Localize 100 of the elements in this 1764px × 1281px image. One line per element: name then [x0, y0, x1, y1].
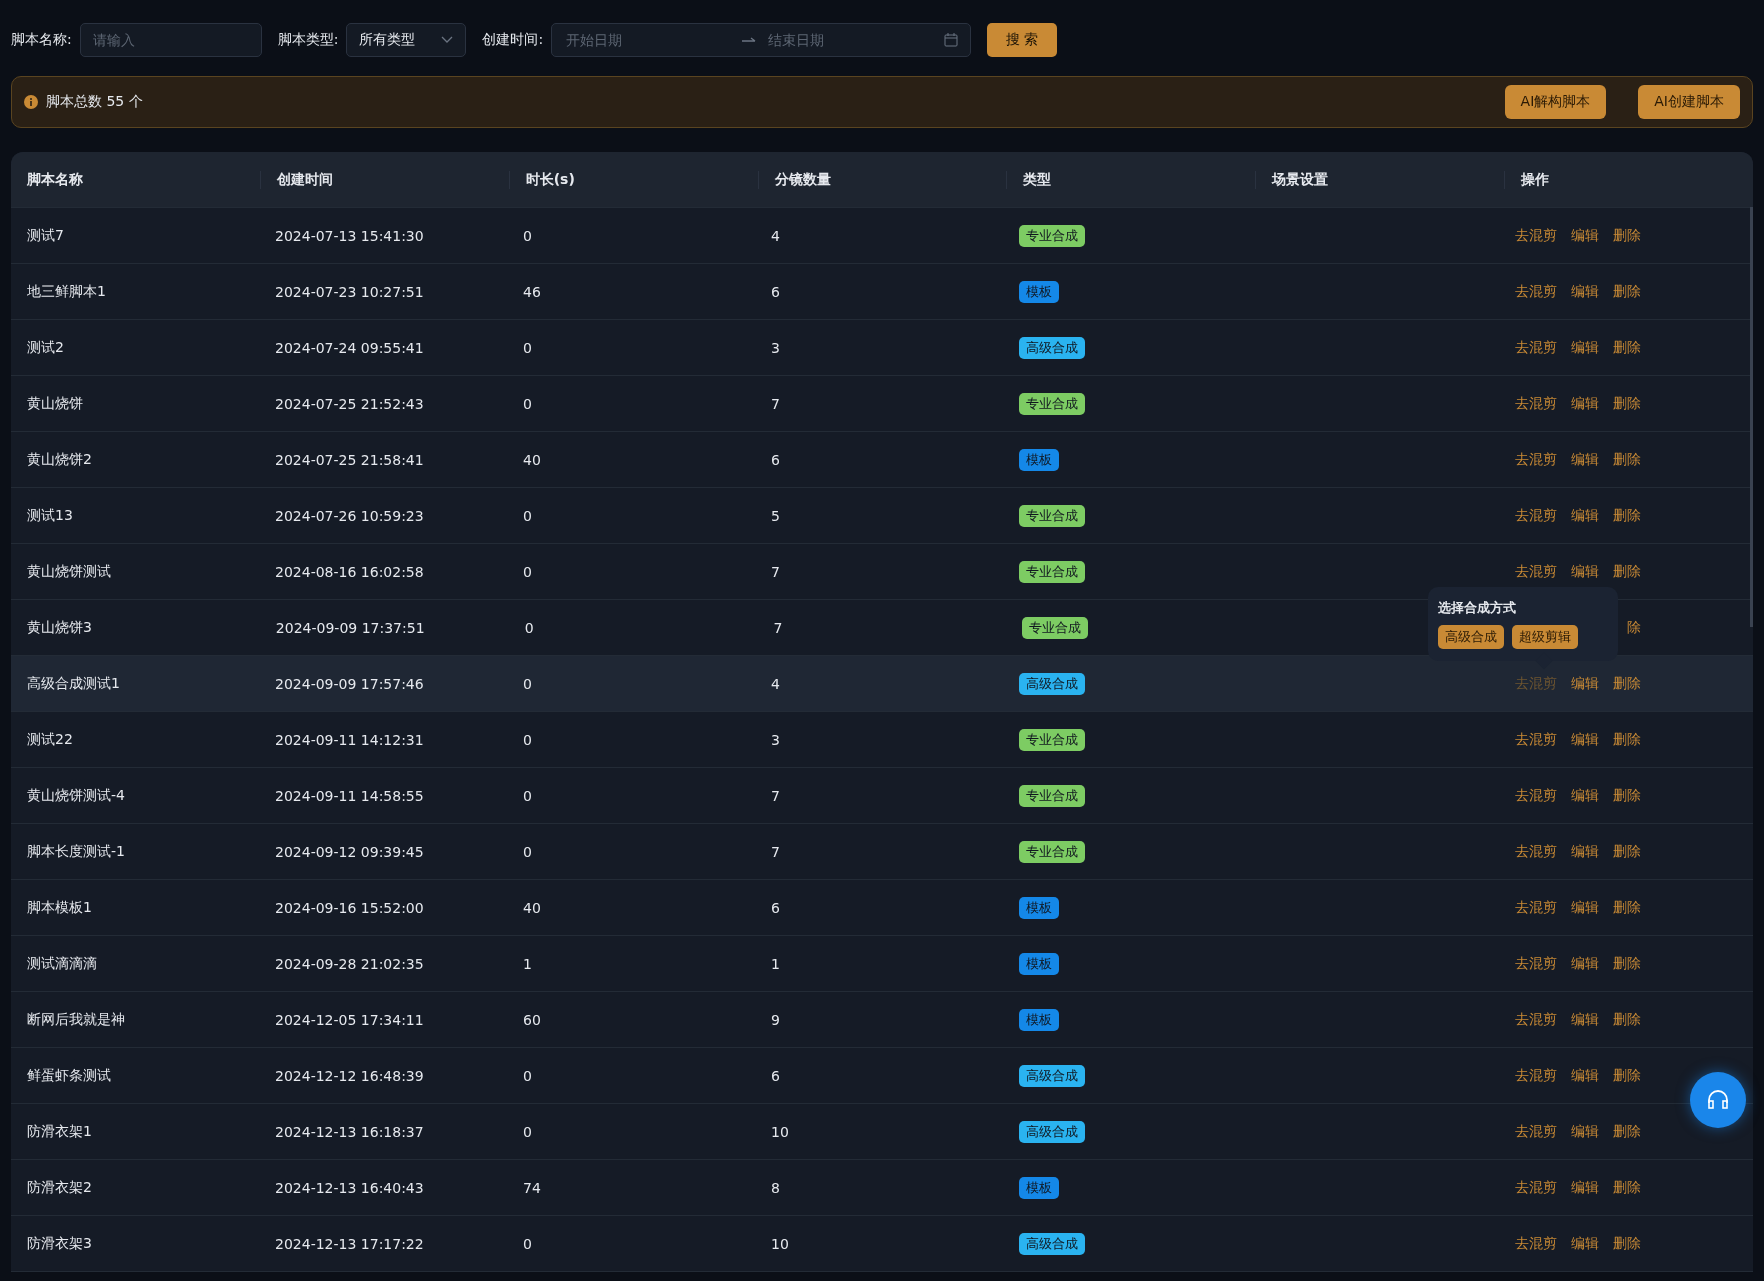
action-link[interactable]: 删除: [1613, 730, 1641, 749]
action-link[interactable]: 去混剪: [1515, 450, 1557, 469]
action-link[interactable]: 删除: [1613, 898, 1641, 917]
created-time-cell: 2024-09-11 14:58:55: [275, 787, 424, 804]
duration-cell: 0: [524, 619, 534, 636]
action-link[interactable]: 编辑: [1571, 1234, 1599, 1253]
action-link[interactable]: 编辑: [1571, 954, 1599, 973]
action-link[interactable]: 编辑: [1571, 226, 1599, 245]
action-link[interactable]: 编辑: [1571, 674, 1599, 693]
column-header: 时长(s): [525, 170, 575, 187]
action-link[interactable]: 去混剪: [1515, 842, 1557, 861]
action-link[interactable]: 去混剪: [1515, 394, 1557, 413]
type-tag: 专业合成: [1019, 224, 1085, 247]
created-time-cell: 2024-07-25 21:52:43: [275, 395, 424, 412]
action-link[interactable]: 编辑: [1571, 842, 1599, 861]
type-tag: 专业合成: [1022, 616, 1089, 639]
action-link[interactable]: 删除: [1613, 450, 1641, 469]
action-link[interactable]: 删除: [1613, 842, 1641, 861]
action-link[interactable]: 去混剪: [1515, 226, 1557, 245]
action-link[interactable]: 删除: [1613, 1066, 1641, 1085]
action-link[interactable]: 去混剪: [1515, 562, 1557, 581]
action-link[interactable]: 去混剪: [1515, 1066, 1557, 1085]
duration-cell: 0: [523, 339, 532, 356]
start-date-input[interactable]: 开始日期: [564, 31, 733, 49]
action-link[interactable]: 删除: [1613, 226, 1641, 245]
created-time-cell: 2024-09-16 15:52:00: [275, 899, 424, 916]
action-link[interactable]: 编辑: [1571, 1122, 1599, 1141]
action-link[interactable]: 删除: [1613, 338, 1641, 357]
shot-count-cell: 7: [771, 787, 780, 804]
duration-cell: 1: [523, 955, 532, 972]
action-link[interactable]: 去混剪: [1515, 506, 1557, 525]
type-tag: 高级合成: [1019, 336, 1085, 359]
action-link[interactable]: 编辑: [1571, 898, 1599, 917]
action-link[interactable]: 删除: [1613, 1234, 1641, 1253]
action-link[interactable]: 编辑: [1571, 786, 1599, 805]
filter-label: 创建时间:: [482, 31, 544, 49]
type-tag: 专业合成: [1019, 392, 1085, 415]
created-time-cell: 2024-09-12 09:39:45: [275, 843, 424, 860]
script-name-cell: 黄山烧饼测试-4: [27, 786, 125, 803]
duration-cell: 40: [523, 899, 541, 916]
action-link[interactable]: 删除: [1613, 786, 1641, 805]
duration-cell: 46: [523, 283, 541, 300]
shot-count-cell: 4: [771, 675, 780, 692]
created-time-cell: 2024-07-23 10:27:51: [275, 283, 424, 300]
shot-count-cell: 6: [771, 899, 780, 916]
created-time-cell: 2024-12-13 16:18:37: [275, 1123, 424, 1140]
action-link[interactable]: 编辑: [1571, 1178, 1599, 1197]
action-link[interactable]: 编辑: [1571, 730, 1599, 749]
action-link[interactable]: 去混剪: [1515, 1178, 1557, 1197]
name-input-field[interactable]: 请输入: [79, 23, 262, 57]
action-link[interactable]: 去混剪: [1515, 954, 1557, 973]
action-link[interactable]: 编辑: [1571, 450, 1599, 469]
synthesis-option-button[interactable]: 超级剪辑: [1512, 624, 1579, 649]
scrollbar-thumb[interactable]: [1750, 207, 1753, 627]
type-tag: 高级合成: [1019, 1232, 1085, 1255]
action-link[interactable]: 除: [1627, 618, 1641, 637]
action-link[interactable]: 删除: [1613, 674, 1641, 693]
action-link[interactable]: 去混剪: [1515, 730, 1557, 749]
action-link[interactable]: 去混剪: [1515, 898, 1557, 917]
action-link[interactable]: 编辑: [1571, 338, 1599, 357]
action-link[interactable]: 删除: [1613, 1178, 1641, 1197]
script-name-cell: 地三鲜脚本1: [27, 282, 106, 299]
action-link[interactable]: 去混剪: [1515, 786, 1557, 805]
script-name-cell: 黄山烧饼测试: [27, 562, 111, 579]
duration-cell: 0: [523, 563, 532, 580]
script-name-cell: 防滑衣架3: [27, 1234, 92, 1251]
ai-script-button[interactable]: AI创建脚本: [1638, 85, 1740, 119]
action-link[interactable]: 删除: [1613, 394, 1641, 413]
type-tag: 模板: [1019, 952, 1059, 975]
action-link[interactable]: 编辑: [1571, 1010, 1599, 1029]
duration-cell: 0: [523, 395, 532, 412]
created-time-cell: 2024-07-13 15:41:30: [275, 227, 424, 244]
action-link[interactable]: 去混剪: [1515, 1122, 1557, 1141]
shot-count-cell: 10: [771, 1235, 789, 1252]
action-link[interactable]: 去混剪: [1515, 282, 1557, 301]
action-link[interactable]: 删除: [1613, 282, 1641, 301]
action-link[interactable]: 编辑: [1571, 394, 1599, 413]
type-select[interactable]: 所有类型: [346, 23, 467, 57]
action-link[interactable]: 编辑: [1571, 1066, 1599, 1085]
action-link[interactable]: 去混剪: [1515, 1010, 1557, 1029]
search-button[interactable]: 搜 索: [987, 23, 1058, 57]
action-link[interactable]: 删除: [1613, 506, 1641, 525]
action-link[interactable]: 编辑: [1571, 506, 1599, 525]
shot-count-cell: 9: [771, 1011, 780, 1028]
calendar-icon: [944, 33, 959, 47]
action-link[interactable]: 删除: [1613, 954, 1641, 973]
action-link[interactable]: 去混剪: [1515, 338, 1557, 357]
script-name-cell: 脚本模板1: [27, 898, 92, 915]
action-link[interactable]: 去混剪: [1515, 1234, 1557, 1253]
action-link[interactable]: 删除: [1613, 1010, 1641, 1029]
synthesis-option-button[interactable]: 高级合成: [1438, 624, 1505, 649]
action-link[interactable]: 编辑: [1571, 282, 1599, 301]
date-range-field[interactable]: 开始日期 结束日期: [551, 23, 972, 57]
action-link[interactable]: 删除: [1613, 562, 1641, 581]
action-link[interactable]: 删除: [1613, 1122, 1641, 1141]
duration-cell: 0: [523, 675, 532, 692]
ai-script-button[interactable]: AI解构脚本: [1504, 85, 1607, 119]
action-link[interactable]: 编辑: [1571, 562, 1599, 581]
end-date-input[interactable]: 结束日期: [766, 31, 935, 49]
created-time-cell: 2024-07-26 10:59:23: [275, 507, 424, 524]
